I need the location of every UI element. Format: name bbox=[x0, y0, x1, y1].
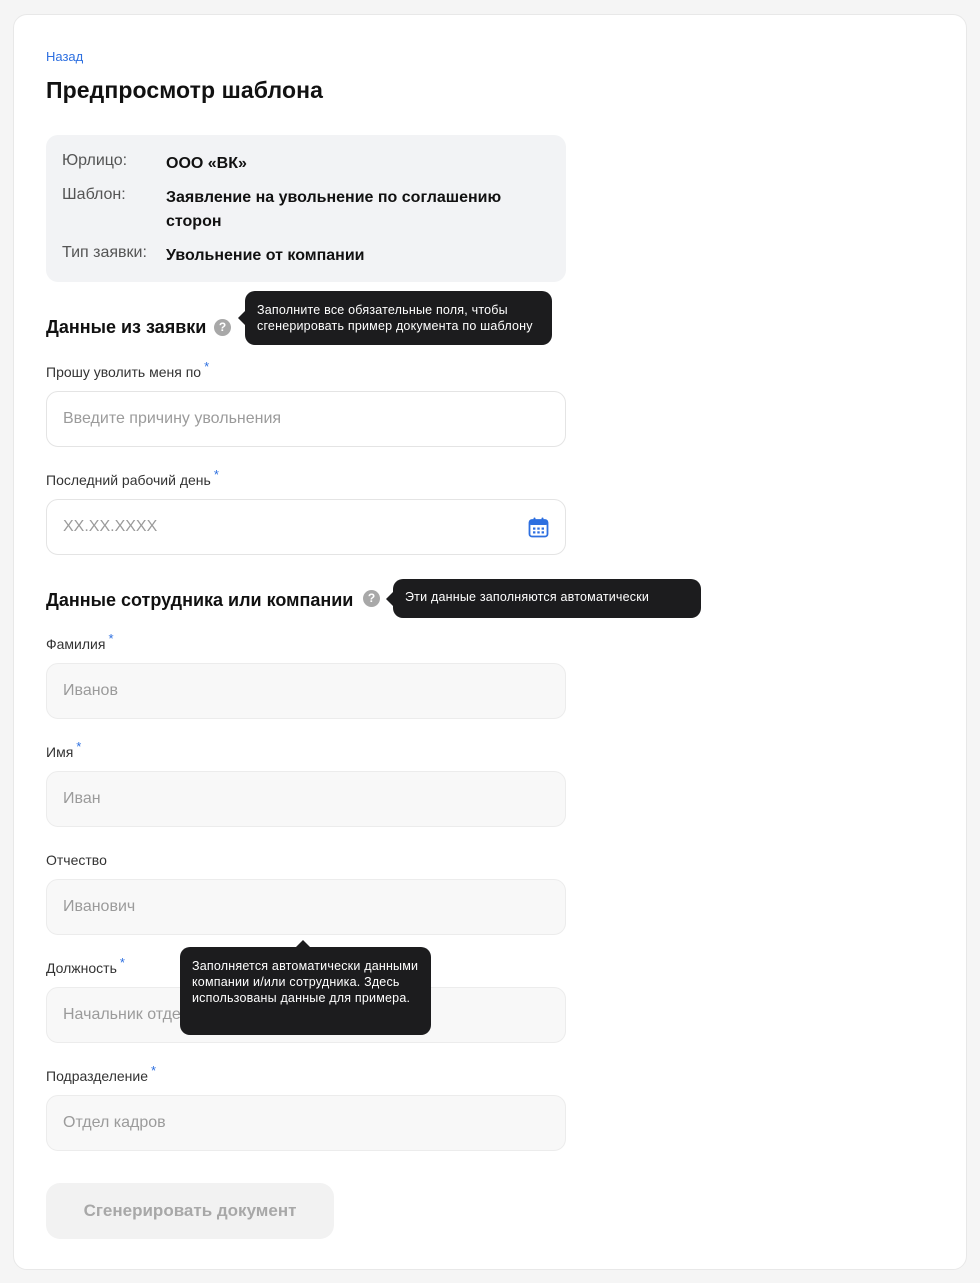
generate-document-button[interactable]: Сгенерировать документ bbox=[46, 1183, 334, 1239]
patronymic-input[interactable] bbox=[47, 880, 565, 934]
required-marker: * bbox=[108, 631, 114, 646]
last-name-input[interactable] bbox=[47, 664, 565, 718]
employee-help-tooltip: Эти данные заполняются автоматически bbox=[386, 579, 701, 618]
template-info-panel: Юрлицо: ООО «ВК» Шаблон: Заявление на ув… bbox=[46, 135, 566, 282]
autofill-tooltip: Заполняется автоматически данными компан… bbox=[180, 940, 431, 1035]
calendar-icon[interactable] bbox=[528, 517, 549, 538]
main-card: Назад Предпросмотр шаблона Юрлицо: ООО «… bbox=[13, 14, 967, 1270]
reason-input[interactable] bbox=[47, 392, 565, 446]
page-title: Предпросмотр шаблона bbox=[46, 77, 323, 103]
last-day-input[interactable] bbox=[47, 500, 565, 554]
entity-label: Юрлицо: bbox=[62, 152, 128, 169]
last-day-label: Последний рабочий день * bbox=[46, 467, 219, 488]
required-marker: * bbox=[213, 467, 219, 482]
last-name-label: Фамилия * bbox=[46, 631, 114, 652]
required-marker: * bbox=[76, 739, 82, 754]
request-type-value: Увольнение от компании bbox=[166, 247, 365, 264]
department-label: Подразделение * bbox=[46, 1063, 157, 1084]
first-name-field bbox=[46, 771, 566, 827]
last-name-field bbox=[46, 663, 566, 719]
first-name-label: Имя * bbox=[46, 739, 82, 760]
request-section-title: Данные из заявки bbox=[46, 317, 207, 337]
template-value: Заявление на увольнение по соглашению ст… bbox=[166, 189, 502, 230]
employee-section-title: Данные сотрудника или компании bbox=[46, 590, 354, 610]
back-link[interactable]: Назад bbox=[46, 49, 83, 64]
patronymic-field bbox=[46, 879, 566, 935]
last-day-field bbox=[46, 499, 566, 555]
template-label: Шаблон: bbox=[62, 186, 126, 203]
required-marker: * bbox=[204, 359, 210, 374]
first-name-input[interactable] bbox=[47, 772, 565, 826]
patronymic-label: Отчество bbox=[46, 852, 107, 868]
entity-value: ООО «ВК» bbox=[166, 155, 247, 172]
request-type-label: Тип заявки: bbox=[62, 244, 147, 261]
required-marker: * bbox=[119, 955, 125, 970]
help-icon[interactable]: ? bbox=[363, 590, 380, 607]
position-label: Должность * bbox=[46, 955, 125, 976]
help-icon[interactable]: ? bbox=[214, 319, 231, 336]
required-marker: * bbox=[151, 1063, 157, 1078]
department-field bbox=[46, 1095, 566, 1151]
request-help-tooltip: Заполните все обязательные поля, чтобы с… bbox=[238, 291, 552, 345]
department-input[interactable] bbox=[47, 1096, 565, 1150]
reason-label: Прошу уволить меня по * bbox=[46, 359, 210, 380]
reason-field bbox=[46, 391, 566, 447]
